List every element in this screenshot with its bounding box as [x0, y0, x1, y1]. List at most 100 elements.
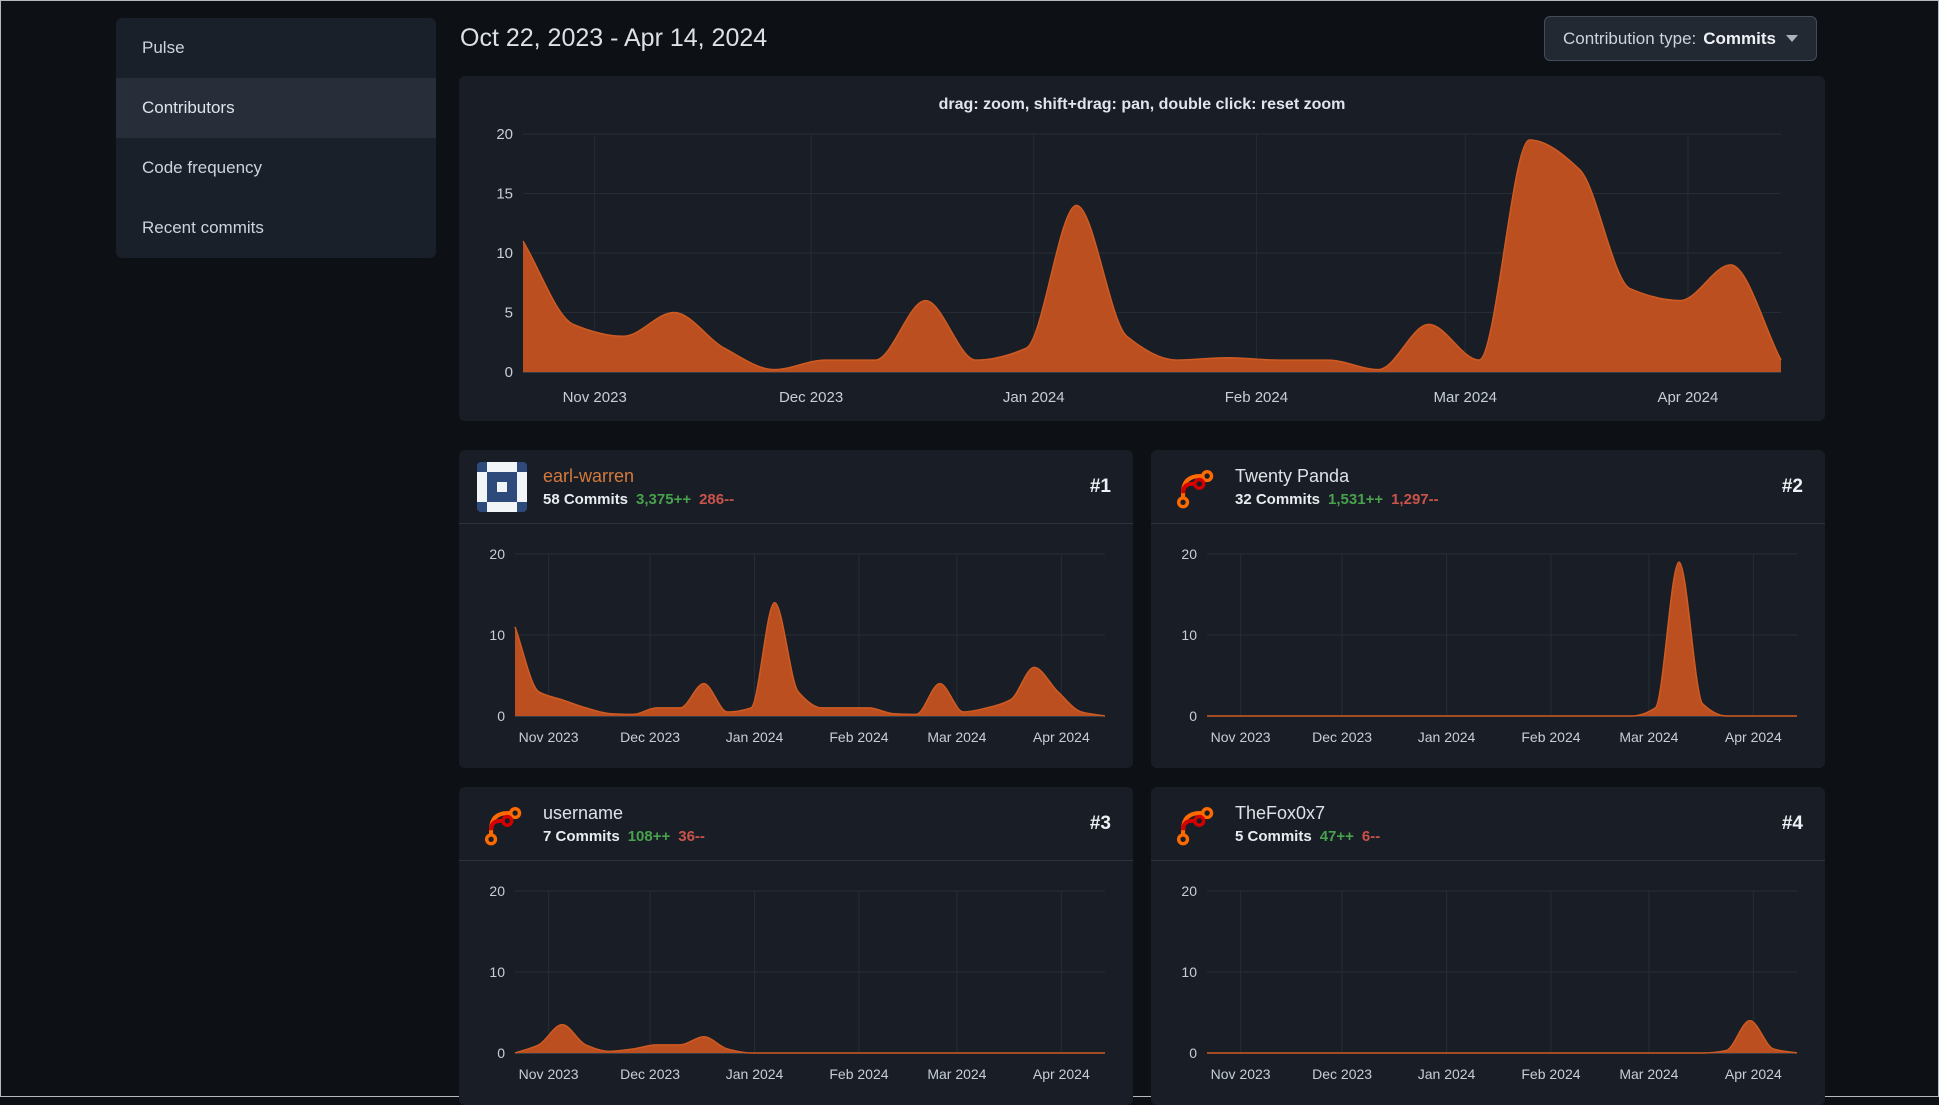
svg-text:20: 20: [1181, 546, 1197, 562]
contributor-card-header: TheFox0x7 5 Commits 47++ 6-- #4: [1151, 787, 1825, 861]
contributor-card-username: username 7 Commits 108++ 36-- #3 Nov 202…: [459, 787, 1133, 1105]
contributor-name[interactable]: username: [543, 803, 705, 824]
deletions-count: 286--: [699, 490, 735, 508]
svg-text:Jan 2024: Jan 2024: [726, 729, 784, 745]
svg-text:Jan 2024: Jan 2024: [1418, 729, 1476, 745]
svg-text:Dec 2023: Dec 2023: [779, 389, 843, 406]
avatar[interactable]: [477, 461, 527, 512]
contributor-card-header: earl-warren 58 Commits 3,375++ 286-- #1: [459, 450, 1133, 524]
additions-count: 47++: [1319, 827, 1354, 845]
svg-text:Nov 2023: Nov 2023: [1211, 1066, 1271, 1082]
contributor-card-header: Twenty Panda 32 Commits 1,531++ 1,297-- …: [1151, 450, 1825, 524]
contributor-identity: username 7 Commits 108++ 36--: [543, 803, 705, 845]
svg-text:Nov 2023: Nov 2023: [519, 1066, 579, 1082]
date-range-title: Oct 22, 2023 - Apr 14, 2024: [460, 24, 768, 52]
repo-activity-sidebar: Pulse Contributors Code frequency Recent…: [116, 18, 436, 258]
forgejo-logo-icon: [484, 806, 522, 845]
contributor-activity-chart[interactable]: Nov 2023 Dec 2023 Jan 2024 Feb 2024 Mar 2024…: [471, 881, 1121, 1091]
deletions-count: 6--: [1361, 827, 1381, 845]
rank-badge: #1: [1089, 475, 1111, 497]
commit-count: 7 Commits: [543, 827, 620, 845]
contributor-identity: TheFox0x7 5 Commits 47++ 6--: [1235, 803, 1380, 845]
svg-text:0: 0: [497, 1045, 505, 1061]
commit-count: 58 Commits: [543, 490, 629, 508]
main-activity-chart[interactable]: Nov 2023 Dec 2023 Jan 2024 Feb 2024 Mar 2024…: [471, 118, 1811, 414]
svg-text:Mar 2024: Mar 2024: [1619, 729, 1678, 745]
svg-text:20: 20: [496, 126, 513, 143]
svg-text:0: 0: [497, 708, 505, 724]
commit-count: 5 Commits: [1235, 827, 1312, 845]
contributor-stats: 32 Commits 1,531++ 1,297--: [1235, 491, 1439, 508]
contributor-identity: earl-warren 58 Commits 3,375++ 286--: [543, 466, 734, 508]
sidebar-item-code-frequency[interactable]: Code frequency: [116, 138, 436, 198]
contributor-name[interactable]: earl-warren: [543, 466, 734, 487]
sidebar-item-pulse[interactable]: Pulse: [116, 18, 436, 78]
svg-text:0: 0: [1189, 708, 1197, 724]
sidebar-item-recent-commits[interactable]: Recent commits: [116, 198, 436, 258]
svg-text:Apr 2024: Apr 2024: [1657, 389, 1718, 406]
svg-text:Mar 2024: Mar 2024: [927, 1066, 986, 1082]
contributor-activity-chart[interactable]: Nov 2023 Dec 2023 Jan 2024 Feb 2024 Mar 2024…: [1163, 544, 1813, 754]
svg-text:Mar 2024: Mar 2024: [927, 729, 986, 745]
additions-count: 108++: [627, 827, 671, 845]
activity-chart-card: drag: zoom, shift+drag: pan, double clic…: [459, 76, 1825, 421]
deletions-count: 1,297--: [1391, 490, 1439, 508]
forgejo-logo-icon: [1176, 806, 1214, 845]
commit-count: 32 Commits: [1235, 490, 1321, 508]
svg-text:Jan 2024: Jan 2024: [1418, 1066, 1476, 1082]
svg-text:Nov 2023: Nov 2023: [563, 389, 627, 406]
svg-text:Dec 2023: Dec 2023: [1312, 1066, 1372, 1082]
svg-text:20: 20: [1181, 883, 1197, 899]
svg-text:Dec 2023: Dec 2023: [620, 1066, 680, 1082]
contributor-stats: 5 Commits 47++ 6--: [1235, 828, 1380, 845]
svg-text:15: 15: [496, 186, 513, 203]
contributor-identity: Twenty Panda 32 Commits 1,531++ 1,297--: [1235, 466, 1439, 508]
svg-text:0: 0: [1189, 1045, 1197, 1061]
svg-text:10: 10: [489, 964, 505, 980]
contributor-stats: 7 Commits 108++ 36--: [543, 828, 705, 845]
contribution-type-label: Contribution type:: [1563, 28, 1697, 48]
avatar[interactable]: [477, 799, 527, 849]
contributor-name[interactable]: Twenty Panda: [1235, 466, 1439, 487]
contributor-card-header: username 7 Commits 108++ 36-- #3: [459, 787, 1133, 861]
contributor-stats: 58 Commits 3,375++ 286--: [543, 491, 734, 508]
svg-text:Feb 2024: Feb 2024: [1225, 389, 1288, 406]
svg-text:Feb 2024: Feb 2024: [829, 729, 888, 745]
contributor-name[interactable]: TheFox0x7: [1235, 803, 1380, 824]
avatar[interactable]: [1169, 799, 1219, 849]
svg-text:Apr 2024: Apr 2024: [1725, 729, 1782, 745]
svg-text:0: 0: [505, 364, 513, 381]
svg-text:Dec 2023: Dec 2023: [1312, 729, 1372, 745]
identicon-avatar-icon: [477, 461, 527, 512]
svg-text:Jan 2024: Jan 2024: [1003, 389, 1065, 406]
contributor-card-twenty-panda: Twenty Panda 32 Commits 1,531++ 1,297-- …: [1151, 450, 1825, 768]
rank-badge: #2: [1781, 475, 1803, 497]
contribution-type-value: Commits: [1703, 28, 1776, 48]
svg-text:Jan 2024: Jan 2024: [726, 1066, 784, 1082]
svg-text:5: 5: [505, 305, 513, 322]
svg-text:20: 20: [489, 883, 505, 899]
app-window: Pulse Contributors Code frequency Recent…: [0, 0, 1939, 1105]
svg-text:Feb 2024: Feb 2024: [1521, 1066, 1580, 1082]
svg-text:Apr 2024: Apr 2024: [1033, 729, 1090, 745]
svg-text:Apr 2024: Apr 2024: [1033, 1066, 1090, 1082]
svg-text:Apr 2024: Apr 2024: [1725, 1066, 1782, 1082]
avatar[interactable]: [1169, 462, 1219, 512]
deletions-count: 36--: [678, 827, 705, 845]
sidebar-item-contributors[interactable]: Contributors: [116, 78, 436, 138]
chart-zoom-hint: drag: zoom, shift+drag: pan, double clic…: [938, 96, 1346, 113]
svg-text:Mar 2024: Mar 2024: [1619, 1066, 1678, 1082]
svg-text:10: 10: [489, 627, 505, 643]
svg-text:Feb 2024: Feb 2024: [1521, 729, 1580, 745]
additions-count: 1,531++: [1328, 490, 1384, 508]
svg-text:Nov 2023: Nov 2023: [519, 729, 579, 745]
rank-badge: #4: [1781, 812, 1803, 834]
svg-text:Mar 2024: Mar 2024: [1434, 389, 1497, 406]
chevron-down-icon: [1786, 35, 1798, 42]
svg-text:10: 10: [1181, 627, 1197, 643]
rank-badge: #3: [1089, 812, 1111, 834]
contributor-activity-chart[interactable]: Nov 2023 Dec 2023 Jan 2024 Feb 2024 Mar 2024…: [1163, 881, 1813, 1091]
additions-count: 3,375++: [636, 490, 692, 508]
contribution-type-dropdown[interactable]: Contribution type: Commits: [1544, 16, 1817, 61]
contributor-activity-chart[interactable]: Nov 2023 Dec 2023 Jan 2024 Feb 2024 Mar 2024…: [471, 544, 1121, 754]
